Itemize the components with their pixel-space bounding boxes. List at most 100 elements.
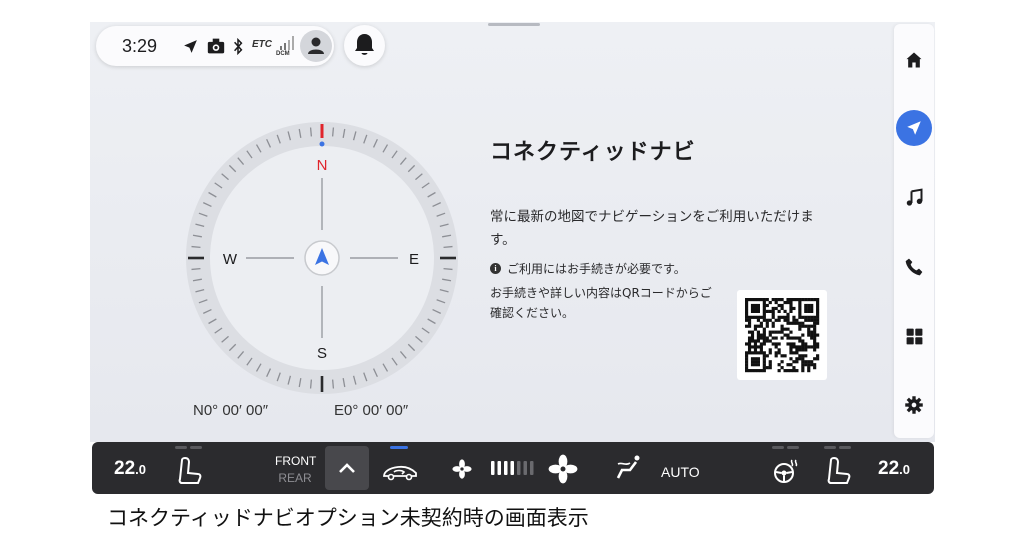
qr-module <box>804 345 808 349</box>
qr-module <box>816 354 820 358</box>
figure-caption: コネクティッドナビオプション未契約時の画面表示 <box>107 506 589 530</box>
apps-button[interactable] <box>894 316 934 356</box>
qr-module <box>762 357 766 361</box>
notifications-button[interactable] <box>344 25 385 66</box>
qr-module <box>762 366 766 370</box>
navigation-button[interactable] <box>894 108 934 148</box>
qr-module <box>774 330 778 334</box>
qr-module <box>756 336 760 340</box>
qr-module <box>768 309 772 313</box>
front-rear-toggle[interactable]: FRONT REAR <box>275 454 317 485</box>
qr-module <box>786 363 790 367</box>
climate-expand-button[interactable] <box>325 446 369 490</box>
qr-module <box>753 348 758 352</box>
phone-button[interactable] <box>894 247 934 287</box>
qr-module <box>792 366 796 370</box>
qr-module <box>795 360 799 364</box>
qr-module <box>750 369 755 373</box>
qr-module <box>789 336 793 340</box>
compass-east-label: E <box>409 251 419 268</box>
qr-module <box>759 342 763 346</box>
music-button[interactable] <box>894 178 934 218</box>
qr-module <box>774 336 778 340</box>
fan-speed-segment <box>517 461 521 475</box>
qr-module <box>765 303 769 308</box>
fan-speed-segment <box>504 461 508 475</box>
settings-button[interactable] <box>894 385 934 425</box>
qr-module <box>768 339 772 343</box>
drag-handle[interactable] <box>488 23 540 26</box>
qr-module <box>789 303 793 308</box>
qr-module <box>810 318 814 322</box>
qr-module <box>745 315 749 319</box>
qr-module <box>768 318 772 322</box>
qr-module <box>807 306 811 311</box>
qr-module <box>813 318 817 322</box>
qr-module <box>745 306 749 311</box>
qr-module <box>801 339 805 343</box>
user-avatar-button[interactable] <box>300 30 332 62</box>
home-button[interactable] <box>894 40 934 80</box>
qr-module <box>804 318 808 322</box>
qr-module <box>795 369 799 373</box>
qr-module <box>745 357 749 361</box>
qr-module <box>747 315 752 319</box>
fan-high-icon[interactable] <box>548 454 578 484</box>
right-temperature[interactable]: 22.0 <box>878 458 910 480</box>
qr-module <box>789 300 793 305</box>
qr-module <box>816 300 820 305</box>
qr-module <box>750 360 755 364</box>
qr-module <box>762 351 766 355</box>
qr-module <box>777 298 781 302</box>
fan-speed-segment <box>497 461 501 475</box>
qr-module <box>759 321 763 325</box>
left-seat-heater-icon[interactable] <box>176 456 204 486</box>
qr-module <box>777 351 781 355</box>
user-icon <box>308 37 324 54</box>
qr-module <box>777 342 781 346</box>
right-temp-decimal: .0 <box>899 462 910 477</box>
qr-module <box>798 336 802 340</box>
fan-speed-segment <box>510 461 514 475</box>
auto-button[interactable]: AUTO <box>661 464 700 480</box>
qr-module <box>747 330 752 334</box>
airflow-mode-icon[interactable] <box>614 454 644 482</box>
qr-module <box>750 298 755 302</box>
qr-module <box>792 318 796 322</box>
qr-module <box>750 351 755 355</box>
qr-module <box>792 306 796 311</box>
info-description: 常に最新の地図でナビゲーションをご利用いただけます。 <box>490 209 814 248</box>
fan-speed-bar[interactable] <box>491 460 537 476</box>
qr-module <box>756 357 760 361</box>
qr-module <box>813 357 817 361</box>
qr-module <box>750 363 755 367</box>
steering-heater-icon[interactable] <box>773 458 801 484</box>
right-temp-value: 22 <box>878 458 900 479</box>
left-temp-decimal: .0 <box>135 462 146 477</box>
qr-module <box>753 327 758 331</box>
qr-module <box>762 363 766 367</box>
qr-module <box>777 330 781 334</box>
qr-module <box>816 357 820 361</box>
compass-dial: N S W E <box>186 122 458 394</box>
recirculation-car-icon[interactable] <box>380 460 420 482</box>
qr-module <box>774 351 778 355</box>
left-temperature[interactable]: 22.0 <box>114 458 146 480</box>
compass-tick <box>309 379 313 389</box>
qr-module <box>765 354 769 358</box>
qr-module <box>804 303 808 308</box>
compass-tick <box>309 127 313 137</box>
qr-module <box>771 330 775 334</box>
front-label: FRONT <box>275 454 317 468</box>
qr-module <box>783 309 787 313</box>
qr-module <box>813 348 817 352</box>
right-seat-heater-icon[interactable] <box>825 456 853 486</box>
qr-module <box>747 339 752 343</box>
qr-module <box>789 306 793 311</box>
qr-module <box>771 336 775 340</box>
fan-low-icon[interactable] <box>452 459 472 479</box>
qr-module <box>753 309 758 313</box>
qr-module <box>777 303 781 308</box>
qr-module <box>750 306 755 311</box>
qr-module <box>792 351 796 355</box>
